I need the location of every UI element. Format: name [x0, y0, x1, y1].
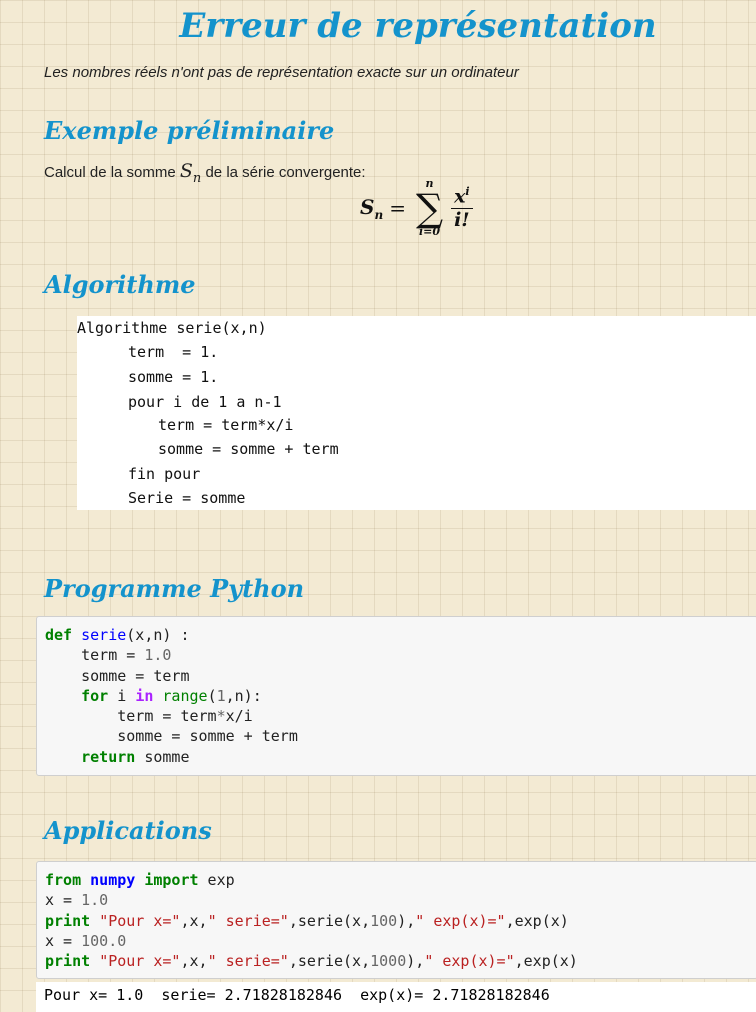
section-heading-python: Programme Python [44, 574, 305, 603]
inline-math-sn: Sn [179, 160, 201, 186]
sigma-icon: ∑ [415, 186, 444, 230]
page-title: Erreur de représentation [179, 6, 657, 46]
numerator-var: x [454, 185, 466, 208]
algo-line: Algorithme serie(x,n) [77, 319, 267, 337]
algo-line: somme = 1. [128, 368, 219, 386]
algorithm-block: Algorithme serie(x,n) term = 1. somme = … [77, 316, 756, 510]
formula-lhs-sub: n [374, 207, 384, 222]
page-subtitle: Les nombres réels n'ont pas de représent… [44, 64, 519, 81]
applications-code-cell[interactable]: from numpy import exp x = 1.0 print "Pou… [36, 861, 756, 979]
series-formula: Sn = n ∑ i=0 xi i! [360, 178, 473, 238]
algo-line: pour i de 1 a n-1 [128, 393, 282, 411]
python-code: def serie(x,n) : term = 1.0 somme = term… [45, 626, 298, 766]
output-line: Pour x= 1.0 serie= 2.71828182846 exp(x)=… [44, 986, 550, 1004]
algo-line: fin pour [128, 465, 201, 483]
fraction-numerator: xi [451, 185, 473, 209]
section-heading-applications: Applications [44, 816, 212, 845]
formula-lhs: Sn [360, 195, 383, 222]
code-output: Pour x= 1.0 serie= 2.71828182846 exp(x)=… [36, 982, 756, 1012]
algo-line: term = 1. [128, 343, 219, 361]
algo-line: term = term*x/i [158, 416, 294, 434]
algo-line: somme = somme + term [158, 440, 339, 458]
python-code-cell[interactable]: def serie(x,n) : term = 1.0 somme = term… [36, 616, 756, 776]
algo-line: Serie = somme [128, 489, 246, 507]
fraction-denominator: i! [454, 208, 470, 231]
sum-operator: n ∑ i=0 [416, 178, 443, 238]
section-heading-algorithme: Algorithme [44, 270, 196, 299]
formula-lhs-var: S [360, 194, 375, 219]
inline-math-var: S [179, 160, 193, 182]
formula-fraction: xi i! [451, 185, 473, 231]
sum-lower-limit: i=0 [418, 225, 441, 238]
section-heading-exemple: Exemple préliminaire [44, 116, 335, 145]
intro-paragraph: Calcul de la somme Sn de la série conver… [44, 160, 366, 186]
intro-text-before: Calcul de la somme [44, 164, 176, 181]
inline-math-sub: n [192, 170, 202, 186]
numerator-exponent: i [465, 185, 470, 199]
intro-text-after: de la série convergente: [205, 164, 366, 181]
formula-equals: = [389, 196, 406, 220]
applications-code: from numpy import exp x = 1.0 print "Pou… [45, 871, 578, 971]
